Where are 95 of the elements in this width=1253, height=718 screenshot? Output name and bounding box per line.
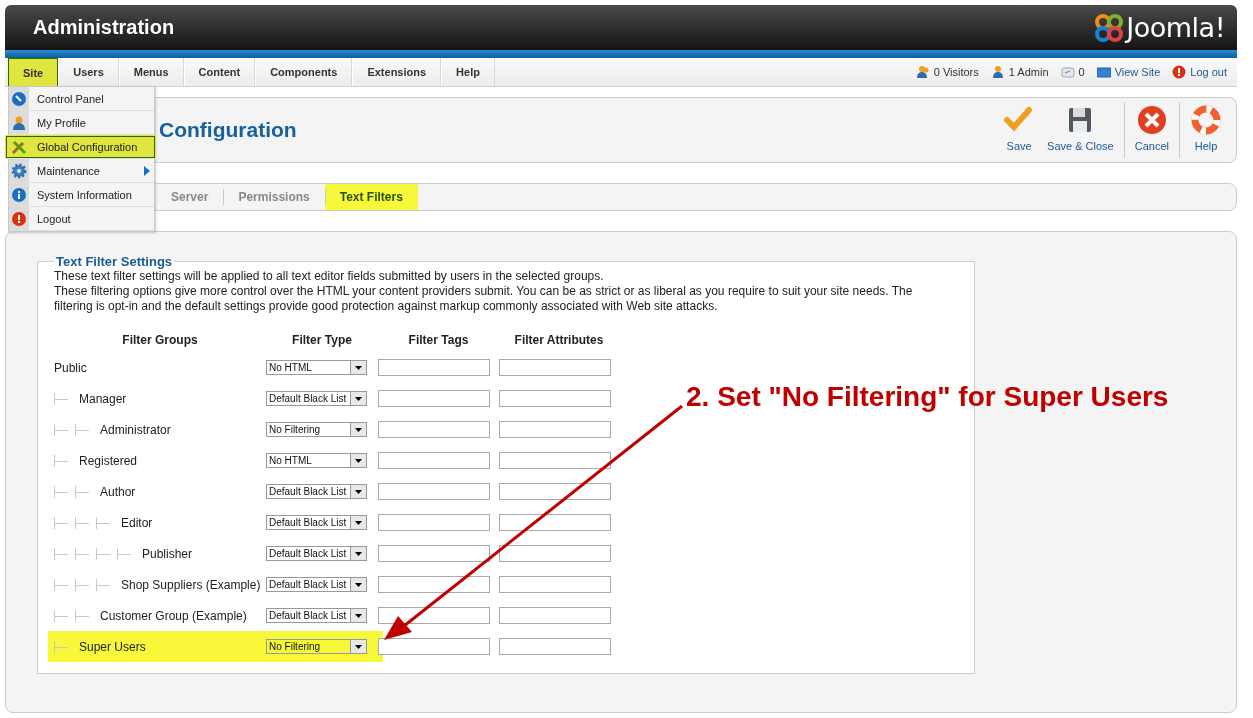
user-icon (990, 65, 1005, 79)
filter-attributes-field[interactable] (499, 607, 611, 624)
annotation-text: 2. Set "No Filtering" for Super Users (686, 381, 1169, 413)
filter-tags-field[interactable] (378, 421, 490, 438)
filter-type-select[interactable]: No Filtering (266, 639, 367, 654)
life-ring-icon (1190, 104, 1222, 136)
filter-type-select[interactable]: No HTML (266, 360, 367, 375)
filter-type-select[interactable]: Default Black List (266, 546, 367, 561)
dial-icon (11, 90, 27, 107)
user-icon (11, 114, 27, 131)
tab[interactable]: Text Filters (324, 184, 418, 210)
dropdown-item[interactable]: Logout (9, 207, 154, 231)
filter-type-select[interactable]: Default Black List (266, 608, 367, 623)
description-text: These text filter settings will be applied to all text editor fields submitted by users in the selected groups. (54, 269, 605, 284)
filter-attributes-field[interactable] (499, 359, 611, 376)
filter-tags-field[interactable] (378, 483, 490, 500)
filter-attributes-field[interactable] (499, 576, 611, 593)
status-count: 0 Visitors (933, 66, 979, 78)
menu-item[interactable]: Components (255, 58, 353, 86)
exclamation-icon (11, 210, 27, 227)
group-name: Super Users (79, 639, 146, 654)
logo-text: Joomla! (1126, 12, 1225, 43)
filter-attributes-field[interactable] (499, 452, 611, 469)
caret-icon (355, 644, 362, 649)
filter-attributes-field[interactable] (499, 545, 611, 562)
dropdown-item[interactable]: System Information (9, 183, 154, 207)
filter-tags-field[interactable] (378, 607, 490, 624)
column-header: Filter Attributes (513, 333, 605, 349)
status-link[interactable]: View Site (1114, 66, 1161, 78)
caret-icon (355, 520, 362, 525)
tools-icon (11, 138, 27, 155)
group-name: Author (100, 484, 136, 499)
filter-type-select[interactable]: Default Black List (266, 484, 367, 499)
description-text: These filtering options give more control over the HTML your content providers submit. You can be as strict or as liberal as you require to suit your site needs. The filtering is opt-in and the default settings provide good protection against markup commonly associated with Web site attacks. (54, 284, 914, 314)
caret-icon (355, 396, 362, 401)
logo-icon (1094, 12, 1125, 43)
filter-tags-field[interactable] (378, 576, 490, 593)
status-count: 0 (1078, 66, 1085, 78)
gear-icon (11, 162, 27, 179)
filter-type-select[interactable]: No HTML (266, 453, 367, 468)
status-link[interactable]: Log out (1190, 66, 1227, 78)
toolbar-button[interactable]: Cancel (1128, 102, 1175, 158)
caret-icon (355, 365, 362, 370)
group-name: Editor (121, 515, 153, 530)
caret-icon (355, 427, 362, 432)
filter-type-select[interactable]: No Filtering (266, 422, 367, 437)
filter-attributes-field[interactable] (499, 483, 611, 500)
group-name: Publisher (142, 546, 193, 561)
filter-tags-field[interactable] (378, 638, 490, 655)
menu-item[interactable]: Content (183, 58, 256, 86)
group-name: Registered (79, 453, 138, 468)
filter-type-select[interactable]: Default Black List (266, 515, 367, 530)
status-count: 1 Admin (1008, 66, 1049, 78)
monitor-icon (1096, 65, 1111, 79)
menu-item[interactable]: Site (8, 58, 59, 86)
filter-tags-field[interactable] (378, 452, 490, 469)
toolbar-button[interactable]: Save (997, 102, 1042, 158)
page-title: Configuration (159, 118, 297, 142)
dropdown-item[interactable]: Global Configuration (5, 135, 156, 159)
cancel-icon (1135, 104, 1168, 136)
group-name: Manager (79, 391, 127, 406)
message-icon (1060, 65, 1075, 79)
column-header: Filter Groups (121, 333, 199, 349)
group-name: Administrator (100, 422, 171, 437)
filter-type-select[interactable]: Default Black List (266, 391, 367, 406)
group-name: Customer Group (Example) (100, 608, 247, 623)
filter-tags-field[interactable] (378, 359, 490, 376)
dropdown-item[interactable]: Maintenance (9, 159, 154, 183)
filter-tags-field[interactable] (378, 390, 490, 407)
exclamation-icon (1172, 65, 1187, 79)
filter-attributes-field[interactable] (499, 390, 611, 407)
caret-icon (355, 489, 362, 494)
column-header: Filter Type (291, 333, 353, 349)
filter-attributes-field[interactable] (499, 638, 611, 655)
filter-tags-field[interactable] (378, 514, 490, 531)
caret-icon (355, 613, 362, 618)
column-header: Filter Tags (407, 333, 470, 349)
caret-icon (355, 582, 362, 587)
toolbar-button[interactable]: Save & Close (1041, 102, 1120, 158)
filter-attributes-field[interactable] (499, 421, 611, 438)
info-icon (11, 186, 27, 203)
users-icon (915, 65, 930, 79)
menu-item[interactable]: Extensions (352, 58, 442, 86)
toolbar-button[interactable]: Help (1184, 102, 1228, 158)
fieldset-legend: Text Filter Settings (54, 254, 175, 269)
dropdown-item[interactable]: Control Panel (9, 87, 154, 111)
group-name: Shop Suppliers (Example) (121, 577, 261, 592)
filter-type-select[interactable]: Default Black List (266, 577, 367, 592)
menu-item[interactable]: Help (441, 58, 495, 86)
header-title: Administration (33, 16, 175, 39)
caret-icon (355, 551, 362, 556)
filter-tags-field[interactable] (378, 545, 490, 562)
group-name: Public (54, 360, 87, 375)
caret-icon (355, 458, 362, 463)
filter-attributes-field[interactable] (499, 514, 611, 531)
